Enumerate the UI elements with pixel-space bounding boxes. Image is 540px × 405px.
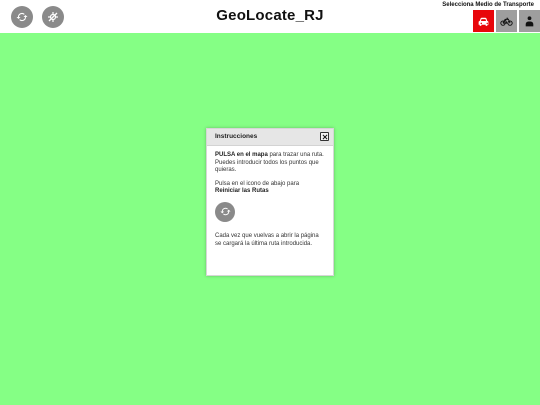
instruction-emphasis-2: Reiniciar las Rutas — [215, 188, 269, 195]
instruction-paragraph-3: Cada vez que vuelvas a abrir la página s… — [215, 232, 319, 247]
instruction-paragraph-1: PULSA en el mapa para trazar una ruta. P… — [215, 152, 325, 175]
dialog-close-button[interactable] — [320, 132, 329, 141]
transport-bike-button[interactable] — [496, 10, 517, 32]
transport-walk-button[interactable] — [519, 10, 540, 32]
dialog-title: Instrucciones — [215, 133, 258, 140]
app-title: GeoLocate_RJ — [216, 7, 324, 24]
instructions-dialog: Instrucciones PULSA en el mapa para traz… — [206, 128, 334, 276]
instruction-text-2: Pulsa en el icono de abajo para — [215, 180, 300, 187]
close-icon — [322, 134, 327, 139]
transport-car-button[interactable] — [473, 10, 494, 32]
dialog-body: PULSA en el mapa para trazar una ruta. P… — [207, 146, 333, 248]
dialog-header: Instrucciones — [207, 129, 333, 146]
dialog-reset-button[interactable] — [215, 201, 235, 222]
instruction-emphasis-1: PULSA en el mapa — [215, 152, 268, 158]
person-icon — [525, 15, 534, 26]
top-bar: GeoLocate_RJ Selecciona Medio de Transpo… — [0, 0, 540, 33]
car-icon — [478, 17, 489, 26]
bicycle-icon — [500, 17, 513, 26]
instruction-paragraph-2: Pulsa en el icono de abajo para Reinicia… — [215, 181, 325, 196]
refresh-icon — [219, 208, 231, 216]
transport-label: Selecciona Medio de Transporte — [442, 2, 534, 8]
